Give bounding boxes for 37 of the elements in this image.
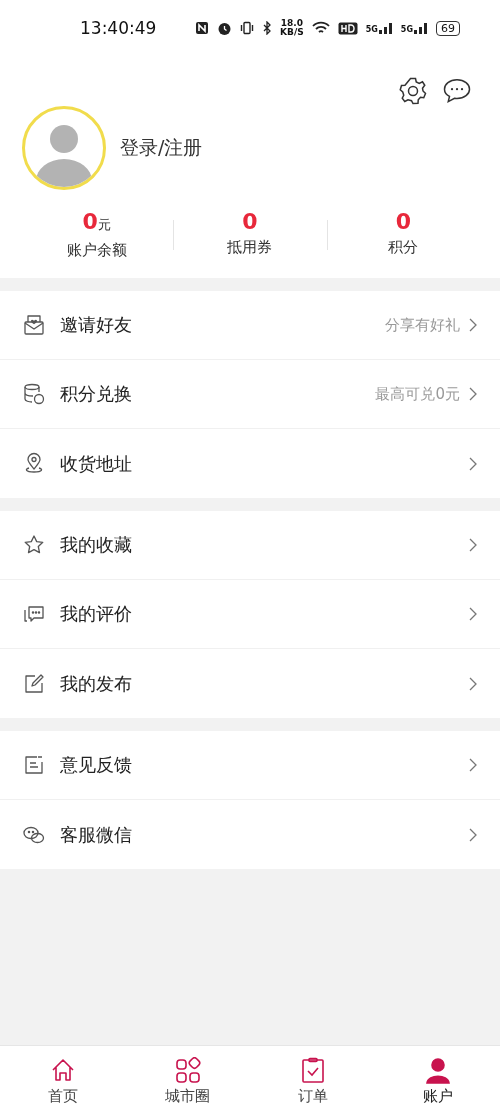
- signal-indicator: 5G: [400, 22, 428, 34]
- stat-value: 0: [395, 210, 411, 234]
- vibrate-icon: [240, 21, 255, 35]
- chevron-right-icon: [468, 386, 478, 402]
- tab[interactable]: 账户: [375, 1046, 500, 1116]
- chevron-right-icon: [468, 455, 478, 472]
- nfc-icon: [195, 21, 210, 35]
- chevron-right-icon: [468, 606, 478, 622]
- stat-value: 0元: [82, 210, 111, 236]
- tab[interactable]: 首页: [0, 1046, 125, 1116]
- stat-label: 账户余额: [66, 241, 127, 260]
- alarm-icon: [217, 20, 233, 36]
- wifi-icon: [311, 21, 330, 35]
- tab[interactable]: 订单: [250, 1046, 375, 1116]
- stat-value: 0: [242, 210, 258, 234]
- grid-icon: [173, 1056, 202, 1085]
- chevron-right-icon: [468, 826, 478, 843]
- chevron-right-icon: [468, 317, 478, 333]
- tab[interactable]: 城市圈: [125, 1046, 250, 1116]
- coin-database-icon: [22, 382, 46, 406]
- stat-label: 积分: [388, 238, 419, 257]
- bluetooth-icon: [262, 21, 273, 35]
- signal-indicator: 5G: [365, 22, 393, 34]
- settings-icon[interactable]: [398, 76, 428, 106]
- battery-indicator: 69: [436, 20, 460, 36]
- stat-label: 抵用券: [227, 238, 273, 257]
- heart-envelope-icon: [22, 313, 46, 337]
- hd-icon: [337, 21, 358, 35]
- login-register-link[interactable]: 登录/注册: [120, 135, 203, 161]
- clock-time: 13:40:49: [80, 18, 157, 38]
- chevron-right-icon: [468, 675, 478, 692]
- chevron-right-icon: [468, 537, 478, 553]
- network-speed: 18.0 KB/S: [280, 19, 304, 37]
- person-icon: [423, 1056, 452, 1085]
- message-icon[interactable]: [442, 76, 472, 106]
- note-icon: [22, 753, 46, 777]
- chevron-right-icon: [468, 757, 478, 773]
